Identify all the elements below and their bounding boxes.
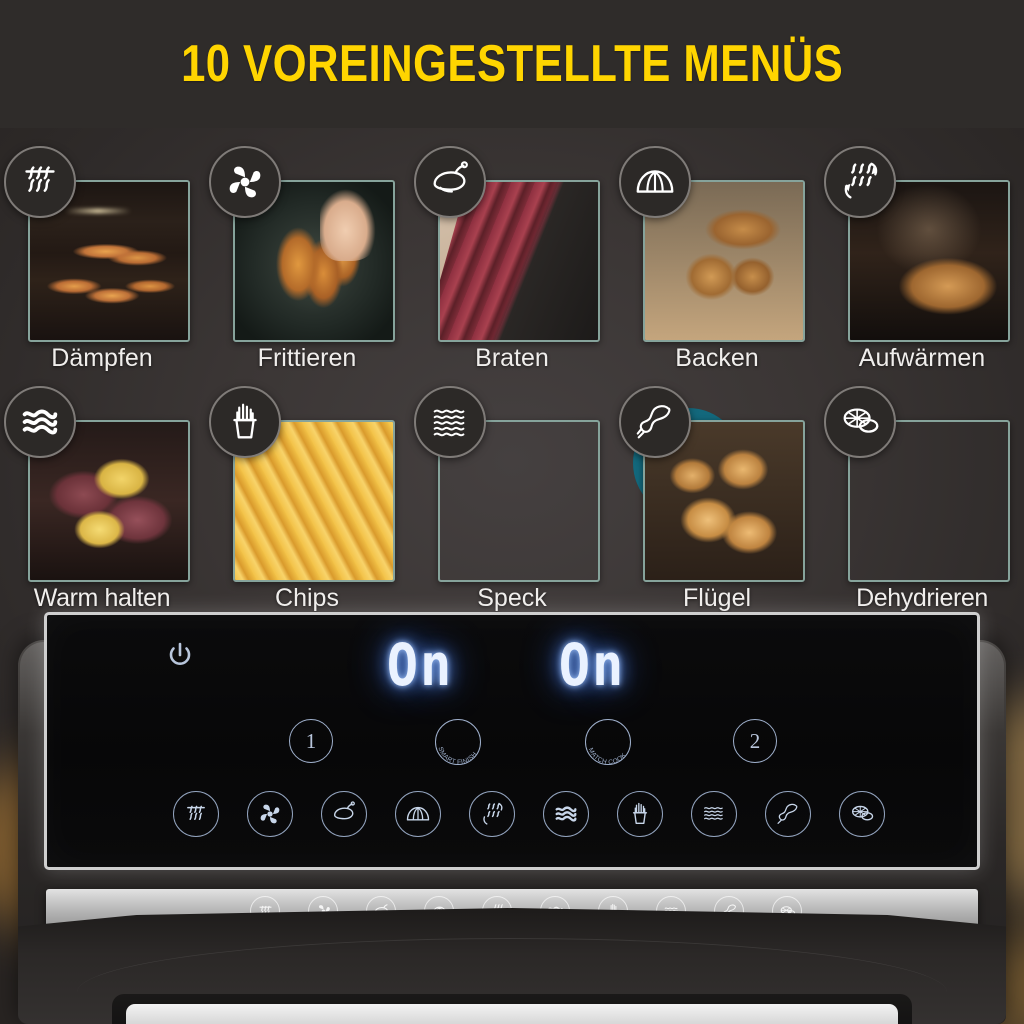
preset-tile-braten[interactable]: Braten [410, 138, 614, 388]
preset-label: Flügel [682, 584, 752, 612]
preset-label: Frittieren [257, 344, 357, 372]
touch-steam-icon[interactable] [173, 791, 219, 837]
touch-dehydrate-icon[interactable] [839, 791, 885, 837]
page-title: 10 VOREINGESTELLTE MENÜS [180, 35, 844, 93]
preset-tile-speck[interactable]: Speck [410, 378, 614, 628]
match-cook-button[interactable]: MATCH COOK [585, 719, 631, 766]
header-banner: 10 VOREINGESTELLTE MENÜS [0, 0, 1024, 128]
preset-label: Speck [477, 584, 547, 612]
preset-tile-daempfen[interactable]: Dämpfen [0, 138, 204, 388]
air-fryer-appliance: On On 1 2 SMART FINISH MATCH COOK [0, 612, 1024, 1024]
preset-label: Warm halten [33, 584, 171, 612]
fries-icon [209, 386, 281, 458]
preset-tile-aufwaermen[interactable]: Aufwärmen [820, 138, 1024, 388]
left-display: On [335, 632, 505, 699]
keep-warm-icon [4, 386, 76, 458]
touch-roast-meat-icon[interactable] [321, 791, 367, 837]
preset-label: Aufwärmen [858, 344, 986, 372]
fan-icon [209, 146, 281, 218]
preset-label: Backen [675, 344, 759, 372]
smart-finish-label: SMART FINISH [436, 746, 478, 766]
preset-tile-warm-halten[interactable]: Warm halten [0, 378, 204, 628]
preset-tile-backen[interactable]: Backen [615, 138, 819, 388]
right-display: On [507, 632, 677, 699]
drumstick-icon [619, 386, 691, 458]
preset-label: Braten [475, 344, 549, 372]
zone-2-label: 2 [749, 728, 761, 753]
match-cook-label: MATCH COOK [587, 747, 628, 766]
preset-tile-dehydrieren[interactable]: Dehydrieren [820, 378, 1024, 628]
touch-icon-row [47, 783, 977, 845]
zone-1-label: 1 [305, 728, 317, 753]
preset-tile-fluegel[interactable]: Flügel [615, 378, 819, 628]
croissant-icon [619, 146, 691, 218]
touch-bacon-icon[interactable] [691, 791, 737, 837]
zone-2-button[interactable]: 2 [733, 719, 777, 763]
smart-finish-button[interactable]: SMART FINISH [435, 719, 481, 766]
touch-reheat-icon[interactable] [469, 791, 515, 837]
power-icon[interactable] [159, 635, 201, 677]
reheat-icon [824, 146, 896, 218]
touch-fries-icon[interactable] [617, 791, 663, 837]
touch-keep-warm-icon[interactable] [543, 791, 589, 837]
left-display-value: On [386, 632, 454, 700]
touch-drumstick-icon[interactable] [765, 791, 811, 837]
preset-tile-frittieren[interactable]: Frittieren [205, 138, 409, 388]
right-display-value: On [558, 632, 626, 700]
preset-grid: Dämpfen Frittieren Braten Backen Aufwärm… [0, 128, 1024, 636]
dehydrate-icon [824, 386, 896, 458]
touch-croissant-icon[interactable] [395, 791, 441, 837]
preset-tile-chips[interactable]: Chips [205, 378, 409, 628]
preset-label: Dehydrieren [856, 584, 988, 612]
control-panel[interactable]: On On 1 2 SMART FINISH MATCH COOK [44, 612, 980, 870]
zone-1-button[interactable]: 1 [289, 719, 333, 763]
roast-meat-icon [414, 146, 486, 218]
appliance-handle[interactable] [112, 994, 912, 1024]
bacon-icon [414, 386, 486, 458]
steam-icon [4, 146, 76, 218]
preset-label: Chips [275, 584, 339, 612]
touch-fan-icon[interactable] [247, 791, 293, 837]
preset-label: Dämpfen [51, 344, 153, 372]
preset-row-1: Dämpfen Frittieren Braten Backen Aufwärm… [0, 138, 1024, 388]
product-infographic: 10 VOREINGESTELLTE MENÜS Dämpfen Frittie… [0, 0, 1024, 1024]
preset-row-2: Warm halten Chips Speck Flügel Dehydrier… [0, 378, 1024, 628]
